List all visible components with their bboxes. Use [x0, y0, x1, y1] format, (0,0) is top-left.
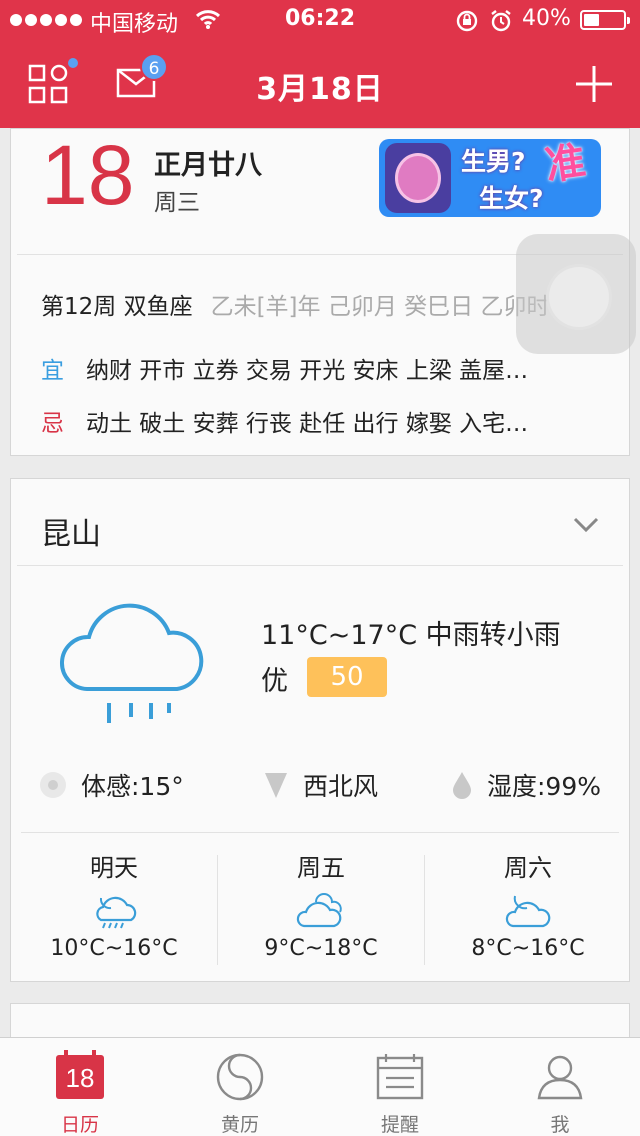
forecast-range: 10°C~16°C [50, 936, 178, 961]
tab-reminders[interactable]: 提醒 [320, 1038, 480, 1136]
yi-items: 纳财 开市 立券 交易 开光 安床 上梁 盖屋… [86, 358, 529, 384]
forecast-range: 9°C~18°C [264, 936, 378, 961]
tab-label: 日历 [60, 1114, 99, 1136]
wind-text: 西北风 [303, 772, 379, 801]
weather-card[interactable]: 昆山 11°C~17°C 中雨转小雨 优 50 体感:15° 西北风 湿度:99… [10, 478, 630, 982]
night-cloudy-icon [505, 895, 551, 928]
banner-line2: 生女? [479, 184, 544, 213]
ji-row: 忌动土 破土 安葬 行丧 赴任 出行 嫁娶 入宅… [41, 404, 528, 438]
week-info: 第12周 双鱼座 [41, 294, 193, 320]
aqi-label: 优 [261, 666, 288, 697]
fetus-icon [385, 143, 451, 213]
tab-me[interactable]: 我 [480, 1038, 640, 1136]
calendar-icon: 18 [56, 1050, 104, 1099]
ganzhi-text: 乙未[羊]年 己卯月 癸巳日 乙卯时 [210, 294, 550, 320]
ji-label: 忌 [41, 411, 64, 437]
lunar-date: 正月廿八 [154, 150, 262, 181]
rotation-lock-icon [456, 10, 478, 32]
reminder-calendar-icon [376, 1054, 424, 1100]
city-name: 昆山 [41, 517, 101, 552]
battery-percent: 40% [522, 6, 571, 31]
forecast-day-label: 明天 [90, 854, 138, 882]
aqi-badge: 50 [307, 657, 387, 697]
battery-icon [580, 10, 630, 30]
tab-calendar[interactable]: 18 日历 [0, 1038, 160, 1136]
tab-bar: 18 日历 黄历 提醒 我 [0, 1037, 640, 1136]
forecast-day-label: 周六 [504, 854, 552, 882]
yi-row: 宜纳财 开市 立券 交易 开光 安床 上梁 盖屋… [41, 351, 528, 385]
feels-like: 体感:15° [39, 767, 184, 803]
ji-items: 动土 破土 安葬 行丧 赴任 出行 嫁娶 入宅… [86, 411, 529, 437]
day-number: 18 [41, 128, 135, 222]
temperature-description: 11°C~17°C 中雨转小雨 [261, 620, 561, 651]
tab-almanac[interactable]: 黄历 [160, 1038, 320, 1136]
cloud-rain-icon [60, 603, 204, 723]
forecast-day-1[interactable]: 明天 10°C~16°C [11, 832, 217, 982]
gender-prediction-banner[interactable]: 生男? 生女? 准 [379, 138, 601, 217]
night-cloud-rain-icon [96, 896, 137, 929]
yi-label: 宜 [41, 358, 64, 384]
cloudy-icon [296, 893, 342, 928]
humidity-text: 湿度:99% [487, 772, 601, 801]
forecast-day-3[interactable]: 周六 8°C~16°C [425, 832, 631, 982]
tab-label: 提醒 [380, 1114, 419, 1136]
yin-yang-icon [216, 1053, 264, 1101]
forecast-day-2[interactable]: 周五 9°C~18°C [218, 832, 424, 982]
humidity: 湿度:99% [451, 767, 601, 803]
page-title[interactable]: 3月18日 [0, 64, 640, 108]
ganzhi-row: 第12周 双鱼座 乙未[羊]年 己卯月 癸巳日 乙卯时 [41, 287, 549, 321]
banner-tag: 准 [542, 138, 589, 190]
banner-line1: 生男? [461, 147, 526, 176]
divider [17, 565, 623, 566]
status-bar: 中国移动 06:22 40% [0, 0, 640, 40]
tab-label: 黄历 [220, 1114, 259, 1136]
forecast-range: 8°C~16°C [471, 936, 585, 961]
wind-direction-icon [265, 773, 287, 798]
chevron-down-icon[interactable] [573, 517, 599, 533]
wind: 西北风 [263, 767, 378, 803]
app-header: 中国移动 06:22 40% 6 3月18日 [0, 0, 640, 128]
feels-like-text: 体感:15° [81, 772, 184, 801]
alarm-icon [491, 10, 511, 32]
add-icon[interactable] [574, 64, 614, 104]
tab-label: 我 [550, 1114, 570, 1136]
assistive-touch-button[interactable] [516, 234, 636, 354]
user-icon [537, 1055, 583, 1100]
battery-level [584, 14, 600, 26]
forecast-day-label: 周五 [297, 854, 345, 882]
weekday: 周三 [154, 190, 200, 216]
water-drop-icon [453, 772, 471, 799]
sun-icon [40, 772, 66, 798]
